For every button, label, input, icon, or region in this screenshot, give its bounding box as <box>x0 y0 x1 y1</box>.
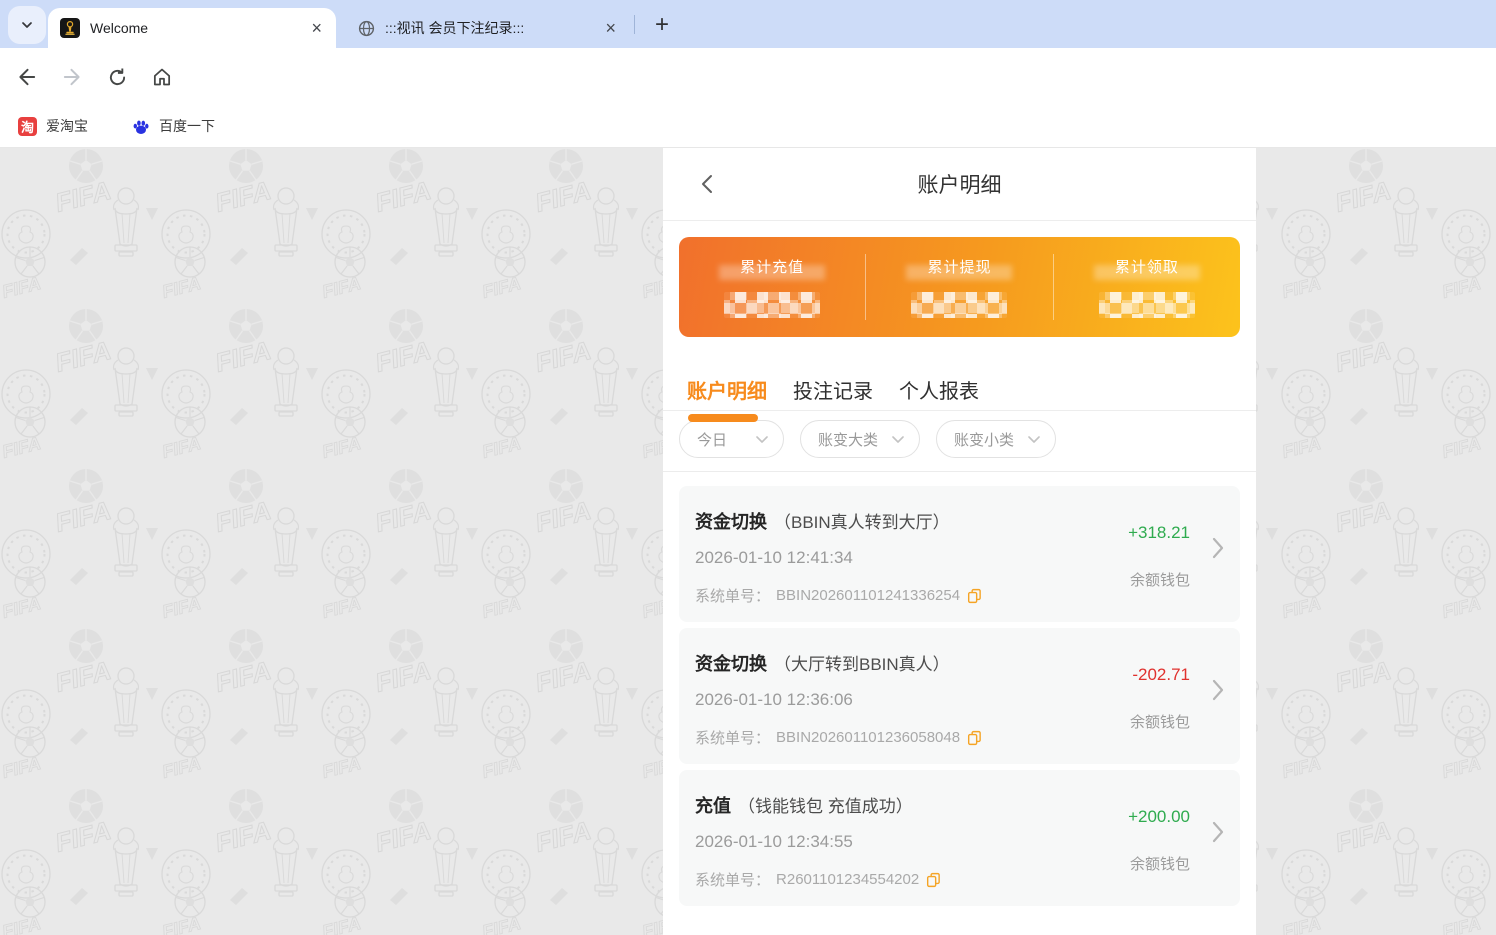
transaction-amount: -202.71 <box>1132 665 1190 685</box>
summary-stat: 累计提现 <box>865 254 1052 320</box>
transaction-type: 资金切换 <box>695 654 767 674</box>
transaction-card[interactable]: 充值 （钱能钱包 充值成功） 2026-01-10 12:34:55 系统单号： R… <box>679 770 1240 906</box>
chevron-down-icon <box>892 436 904 443</box>
report-tab[interactable]: 账户明细 <box>687 375 767 410</box>
bookmark-label: 爱淘宝 <box>46 116 88 136</box>
baidu-paw-icon <box>132 118 150 135</box>
forward-button[interactable] <box>58 63 86 91</box>
back-chevron-icon <box>701 174 713 194</box>
chevron-right-icon[interactable] <box>1212 821 1224 848</box>
browser-window: Welcome × :::视讯 会员下注纪录::: × + <box>0 0 1496 935</box>
transaction-detail: （BBIN真人转到大厅） <box>774 513 950 532</box>
wallet-label: 余额钱包 <box>1130 569 1190 590</box>
filter-dropdown[interactable]: 今日 <box>679 420 784 458</box>
wallet-label: 余额钱包 <box>1130 853 1190 874</box>
transaction-amount: +200.00 <box>1128 807 1190 827</box>
chevron-down-icon <box>756 436 768 443</box>
order-number-row: 系统单号： BBIN202601101241336254 <box>695 585 982 606</box>
censor-blur <box>1094 265 1200 280</box>
censor-blur <box>719 265 825 280</box>
new-tab-button[interactable]: + <box>646 9 678 41</box>
account-detail-panel: 账户明细 累计充值 累计提现 累计领取 账户明细 投注记录 个人报表 今日 账变… <box>663 148 1256 935</box>
bookmarks-bar: 淘 爱淘宝 百度一下 <box>0 105 1496 148</box>
transaction-title: 资金切换 （大厅转到BBIN真人） <box>695 650 950 676</box>
order-number-row: 系统单号： BBIN202601101236058048 <box>695 727 982 748</box>
bookmark-taobao[interactable]: 淘 爱淘宝 <box>18 116 88 136</box>
copy-icon[interactable] <box>926 872 941 888</box>
censored-value-mosaic <box>1099 292 1195 318</box>
transaction-time: 2026-01-10 12:36:06 <box>695 690 853 710</box>
chevron-down-icon <box>19 17 35 33</box>
copy-icon[interactable] <box>967 730 982 746</box>
transaction-list: 资金切换 （BBIN真人转到大厅） 2026-01-10 12:41:34 系统单… <box>663 472 1256 906</box>
browser-toolbar: ld48.com/reports/index?tab=0 <box>0 48 1496 105</box>
copy-icon[interactable] <box>967 588 982 604</box>
order-number-row: 系统单号： R2601101234554202 <box>695 869 941 890</box>
report-tabs: 账户明细 投注记录 个人报表 <box>663 353 1256 411</box>
transaction-detail: （钱能钱包 充值成功） <box>738 797 913 816</box>
filter-label: 账变小类 <box>954 429 1014 450</box>
close-tab-icon[interactable]: × <box>603 19 618 37</box>
globe-icon <box>358 20 375 37</box>
report-tab[interactable]: 投注记录 <box>793 375 873 410</box>
filter-label: 账变大类 <box>818 429 878 450</box>
summary-stat: 累计领取 <box>1053 254 1240 320</box>
transaction-title: 充值 （钱能钱包 充值成功） <box>695 792 913 818</box>
back-button-page[interactable] <box>695 172 719 196</box>
order-number-label: 系统单号： <box>695 727 770 748</box>
home-button[interactable] <box>148 63 176 91</box>
taobao-icon: 淘 <box>18 117 37 136</box>
page-title: 账户明细 <box>918 169 1002 199</box>
chevron-right-icon[interactable] <box>1212 679 1224 706</box>
order-number: BBIN202601101236058048 <box>776 729 960 746</box>
site-favicon-trophy-icon <box>60 18 80 38</box>
panel-header: 账户明细 <box>663 148 1256 221</box>
bookmark-baidu[interactable]: 百度一下 <box>132 116 215 136</box>
summary-card: 累计充值 累计提现 累计领取 <box>679 237 1240 337</box>
transaction-card[interactable]: 资金切换 （大厅转到BBIN真人） 2026-01-10 12:36:06 系统单… <box>679 628 1240 764</box>
back-button[interactable] <box>13 63 41 91</box>
report-tab[interactable]: 个人报表 <box>899 375 979 410</box>
filter-dropdown[interactable]: 账变大类 <box>800 420 920 458</box>
transaction-time: 2026-01-10 12:34:55 <box>695 832 853 852</box>
browser-tab-records[interactable]: :::视讯 会员下注纪录::: × <box>346 8 630 48</box>
bookmark-label: 百度一下 <box>159 116 215 136</box>
browser-tab-welcome[interactable]: Welcome × <box>48 8 336 48</box>
tab-strip: Welcome × :::视讯 会员下注纪录::: × + <box>0 0 1496 48</box>
chevron-down-icon <box>1028 436 1040 443</box>
transaction-type: 充值 <box>695 796 731 816</box>
chevron-right-icon[interactable] <box>1212 537 1224 564</box>
censored-value-mosaic <box>911 292 1007 318</box>
wallet-label: 余额钱包 <box>1130 711 1190 732</box>
filter-label: 今日 <box>697 429 727 450</box>
tab-title: :::视讯 会员下注纪录::: <box>385 18 593 38</box>
order-number: R2601101234554202 <box>776 871 919 888</box>
reload-button[interactable] <box>103 63 131 91</box>
censor-blur <box>906 265 1012 280</box>
tab-title: Welcome <box>90 20 299 36</box>
page-content: FIFA FIFA <box>0 148 1496 935</box>
transaction-title: 资金切换 （BBIN真人转到大厅） <box>695 508 950 534</box>
censored-value-mosaic <box>724 292 820 318</box>
tab-search-button[interactable] <box>8 6 46 44</box>
close-tab-icon[interactable]: × <box>309 19 324 37</box>
filter-dropdown[interactable]: 账变小类 <box>936 420 1056 458</box>
transaction-time: 2026-01-10 12:41:34 <box>695 548 853 568</box>
tab-separator <box>634 15 635 34</box>
transaction-type: 资金切换 <box>695 512 767 532</box>
order-number-label: 系统单号： <box>695 585 770 606</box>
summary-stat: 累计充值 <box>679 254 865 320</box>
order-number-label: 系统单号： <box>695 869 770 890</box>
transaction-amount: +318.21 <box>1128 523 1190 543</box>
transaction-detail: （大厅转到BBIN真人） <box>774 655 950 674</box>
order-number: BBIN202601101241336254 <box>776 587 960 604</box>
transaction-card[interactable]: 资金切换 （BBIN真人转到大厅） 2026-01-10 12:41:34 系统单… <box>679 486 1240 622</box>
